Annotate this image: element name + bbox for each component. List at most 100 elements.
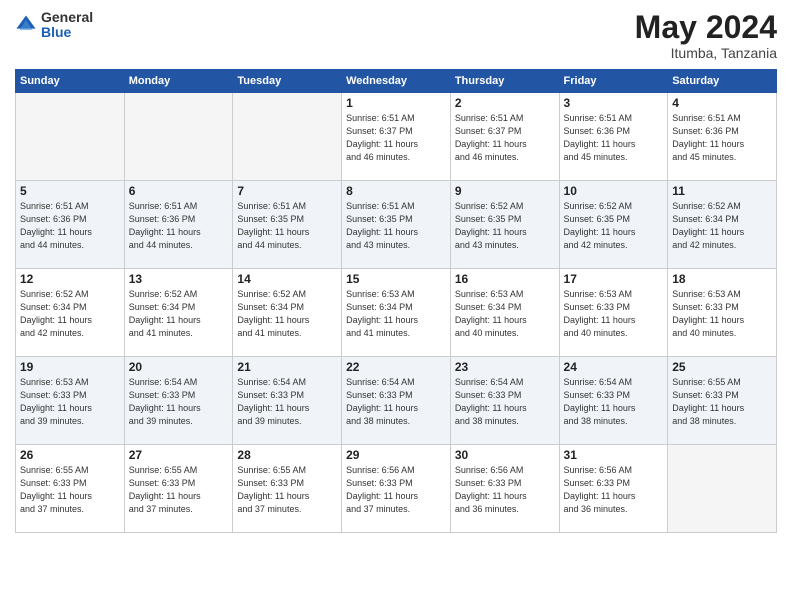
day-info: Sunrise: 6:52 AMSunset: 6:34 PMDaylight:… xyxy=(20,288,120,340)
calendar-cell: 20Sunrise: 6:54 AMSunset: 6:33 PMDayligh… xyxy=(124,357,233,445)
calendar-table: Sunday Monday Tuesday Wednesday Thursday… xyxy=(15,69,777,533)
header-wednesday: Wednesday xyxy=(342,70,451,93)
calendar-cell: 30 Sunrise: 6:56 AMSunset: 6:33 PMDayligh… xyxy=(450,445,559,533)
month-title: May 2024 xyxy=(635,10,777,45)
calendar-cell xyxy=(124,93,233,181)
day-info: Sunrise: 6:52 AMSunset: 6:34 PMDaylight:… xyxy=(672,200,772,252)
day-number: 4 xyxy=(672,96,772,110)
calendar-cell: 28 Sunrise: 6:55 AMSunset: 6:33 PMDayligh… xyxy=(233,445,342,533)
day-number: 23 xyxy=(455,360,555,374)
day-info: Sunrise: 6:51 AMSunset: 6:35 PMDaylight:… xyxy=(346,200,446,252)
day-number: 5 xyxy=(20,184,120,198)
day-info: Sunrise: 6:54 AMSunset: 6:33 PMDaylight:… xyxy=(455,376,555,428)
calendar-cell: 22 Sunrise: 6:54 AMSunset: 6:33 PMDayligh… xyxy=(342,357,451,445)
logo-general-text: General xyxy=(41,10,93,25)
day-number: 30 xyxy=(455,448,555,462)
calendar-cell: 12 Sunrise: 6:52 AMSunset: 6:34 PMDayligh… xyxy=(16,269,125,357)
day-number: 2 xyxy=(455,96,555,110)
day-number: 22 xyxy=(346,360,446,374)
header-sunday: Sunday xyxy=(16,70,125,93)
calendar-cell: 29 Sunrise: 6:56 AMSunset: 6:33 PMDayligh… xyxy=(342,445,451,533)
calendar-cell: 19 Sunrise: 6:53 AMSunset: 6:33 PMDayligh… xyxy=(16,357,125,445)
day-number: 28 xyxy=(237,448,337,462)
day-number: 20 xyxy=(129,360,229,374)
day-info: Sunrise: 6:55 AMSunset: 6:33 PMDaylight:… xyxy=(672,376,772,428)
day-number: 29 xyxy=(346,448,446,462)
day-number: 19 xyxy=(20,360,120,374)
calendar-cell: 9Sunrise: 6:52 AMSunset: 6:35 PMDaylight… xyxy=(450,181,559,269)
calendar-cell: 2 Sunrise: 6:51 AMSunset: 6:37 PMDaylight… xyxy=(450,93,559,181)
calendar-cell xyxy=(668,445,777,533)
calendar-week-row: 19 Sunrise: 6:53 AMSunset: 6:33 PMDayligh… xyxy=(16,357,777,445)
day-info: Sunrise: 6:51 AMSunset: 6:35 PMDaylight:… xyxy=(237,200,337,252)
calendar-cell: 15Sunrise: 6:53 AMSunset: 6:34 PMDayligh… xyxy=(342,269,451,357)
day-number: 12 xyxy=(20,272,120,286)
calendar-cell: 27Sunrise: 6:55 AMSunset: 6:33 PMDayligh… xyxy=(124,445,233,533)
day-number: 8 xyxy=(346,184,446,198)
header-monday: Monday xyxy=(124,70,233,93)
day-number: 21 xyxy=(237,360,337,374)
day-number: 16 xyxy=(455,272,555,286)
day-number: 10 xyxy=(564,184,664,198)
location-title: Itumba, Tanzania xyxy=(635,45,777,61)
day-info: Sunrise: 6:56 AMSunset: 6:33 PMDaylight:… xyxy=(564,464,664,516)
day-info: Sunrise: 6:51 AMSunset: 6:37 PMDaylight:… xyxy=(455,112,555,164)
day-info: Sunrise: 6:53 AMSunset: 6:34 PMDaylight:… xyxy=(346,288,446,340)
calendar-cell: 16 Sunrise: 6:53 AMSunset: 6:34 PMDayligh… xyxy=(450,269,559,357)
day-info: Sunrise: 6:52 AMSunset: 6:35 PMDaylight:… xyxy=(564,200,664,252)
day-number: 3 xyxy=(564,96,664,110)
calendar-cell: 1 Sunrise: 6:51 AMSunset: 6:37 PMDaylight… xyxy=(342,93,451,181)
calendar-cell: 10 Sunrise: 6:52 AMSunset: 6:35 PMDayligh… xyxy=(559,181,668,269)
calendar-week-row: 5 Sunrise: 6:51 AMSunset: 6:36 PMDaylight… xyxy=(16,181,777,269)
day-number: 1 xyxy=(346,96,446,110)
day-number: 13 xyxy=(129,272,229,286)
day-info: Sunrise: 6:51 AMSunset: 6:36 PMDaylight:… xyxy=(672,112,772,164)
day-number: 11 xyxy=(672,184,772,198)
calendar-cell: 23 Sunrise: 6:54 AMSunset: 6:33 PMDayligh… xyxy=(450,357,559,445)
day-info: Sunrise: 6:54 AMSunset: 6:33 PMDaylight:… xyxy=(564,376,664,428)
day-info: Sunrise: 6:51 AMSunset: 6:36 PMDaylight:… xyxy=(129,200,229,252)
calendar-cell: 31Sunrise: 6:56 AMSunset: 6:33 PMDayligh… xyxy=(559,445,668,533)
calendar-cell: 13Sunrise: 6:52 AMSunset: 6:34 PMDayligh… xyxy=(124,269,233,357)
day-info: Sunrise: 6:54 AMSunset: 6:33 PMDaylight:… xyxy=(237,376,337,428)
calendar-cell: 8 Sunrise: 6:51 AMSunset: 6:35 PMDaylight… xyxy=(342,181,451,269)
logo: General Blue xyxy=(15,10,93,41)
calendar-cell xyxy=(16,93,125,181)
day-info: Sunrise: 6:52 AMSunset: 6:35 PMDaylight:… xyxy=(455,200,555,252)
page: General Blue May 2024 Itumba, Tanzania S… xyxy=(0,0,792,612)
day-number: 7 xyxy=(237,184,337,198)
header-saturday: Saturday xyxy=(668,70,777,93)
calendar-cell: 21 Sunrise: 6:54 AMSunset: 6:33 PMDayligh… xyxy=(233,357,342,445)
day-info: Sunrise: 6:53 AMSunset: 6:33 PMDaylight:… xyxy=(672,288,772,340)
day-number: 25 xyxy=(672,360,772,374)
day-info: Sunrise: 6:53 AMSunset: 6:33 PMDaylight:… xyxy=(564,288,664,340)
day-info: Sunrise: 6:55 AMSunset: 6:33 PMDaylight:… xyxy=(237,464,337,516)
calendar-cell: 5Sunrise: 6:51 AMSunset: 6:36 PMDaylight… xyxy=(16,181,125,269)
title-block: May 2024 Itumba, Tanzania xyxy=(635,10,777,61)
logo-icon xyxy=(15,14,37,36)
day-info: Sunrise: 6:54 AMSunset: 6:33 PMDaylight:… xyxy=(346,376,446,428)
day-info: Sunrise: 6:55 AMSunset: 6:33 PMDaylight:… xyxy=(20,464,120,516)
day-info: Sunrise: 6:56 AMSunset: 6:33 PMDaylight:… xyxy=(346,464,446,516)
day-number: 6 xyxy=(129,184,229,198)
header-thursday: Thursday xyxy=(450,70,559,93)
calendar-week-row: 12 Sunrise: 6:52 AMSunset: 6:34 PMDayligh… xyxy=(16,269,777,357)
logo-text: General Blue xyxy=(41,10,93,41)
calendar-cell: 18 Sunrise: 6:53 AMSunset: 6:33 PMDayligh… xyxy=(668,269,777,357)
calendar-cell xyxy=(233,93,342,181)
calendar-cell: 14Sunrise: 6:52 AMSunset: 6:34 PMDayligh… xyxy=(233,269,342,357)
day-info: Sunrise: 6:56 AMSunset: 6:33 PMDaylight:… xyxy=(455,464,555,516)
day-info: Sunrise: 6:53 AMSunset: 6:33 PMDaylight:… xyxy=(20,376,120,428)
day-number: 27 xyxy=(129,448,229,462)
calendar-cell: 4 Sunrise: 6:51 AMSunset: 6:36 PMDaylight… xyxy=(668,93,777,181)
calendar-cell: 7 Sunrise: 6:51 AMSunset: 6:35 PMDaylight… xyxy=(233,181,342,269)
calendar-week-row: 1 Sunrise: 6:51 AMSunset: 6:37 PMDaylight… xyxy=(16,93,777,181)
calendar-cell: 25 Sunrise: 6:55 AMSunset: 6:33 PMDayligh… xyxy=(668,357,777,445)
calendar-cell: 6 Sunrise: 6:51 AMSunset: 6:36 PMDaylight… xyxy=(124,181,233,269)
day-info: Sunrise: 6:53 AMSunset: 6:34 PMDaylight:… xyxy=(455,288,555,340)
day-info: Sunrise: 6:51 AMSunset: 6:37 PMDaylight:… xyxy=(346,112,446,164)
calendar-cell: 11 Sunrise: 6:52 AMSunset: 6:34 PMDayligh… xyxy=(668,181,777,269)
day-number: 18 xyxy=(672,272,772,286)
weekday-header-row: Sunday Monday Tuesday Wednesday Thursday… xyxy=(16,70,777,93)
calendar-cell: 17Sunrise: 6:53 AMSunset: 6:33 PMDayligh… xyxy=(559,269,668,357)
